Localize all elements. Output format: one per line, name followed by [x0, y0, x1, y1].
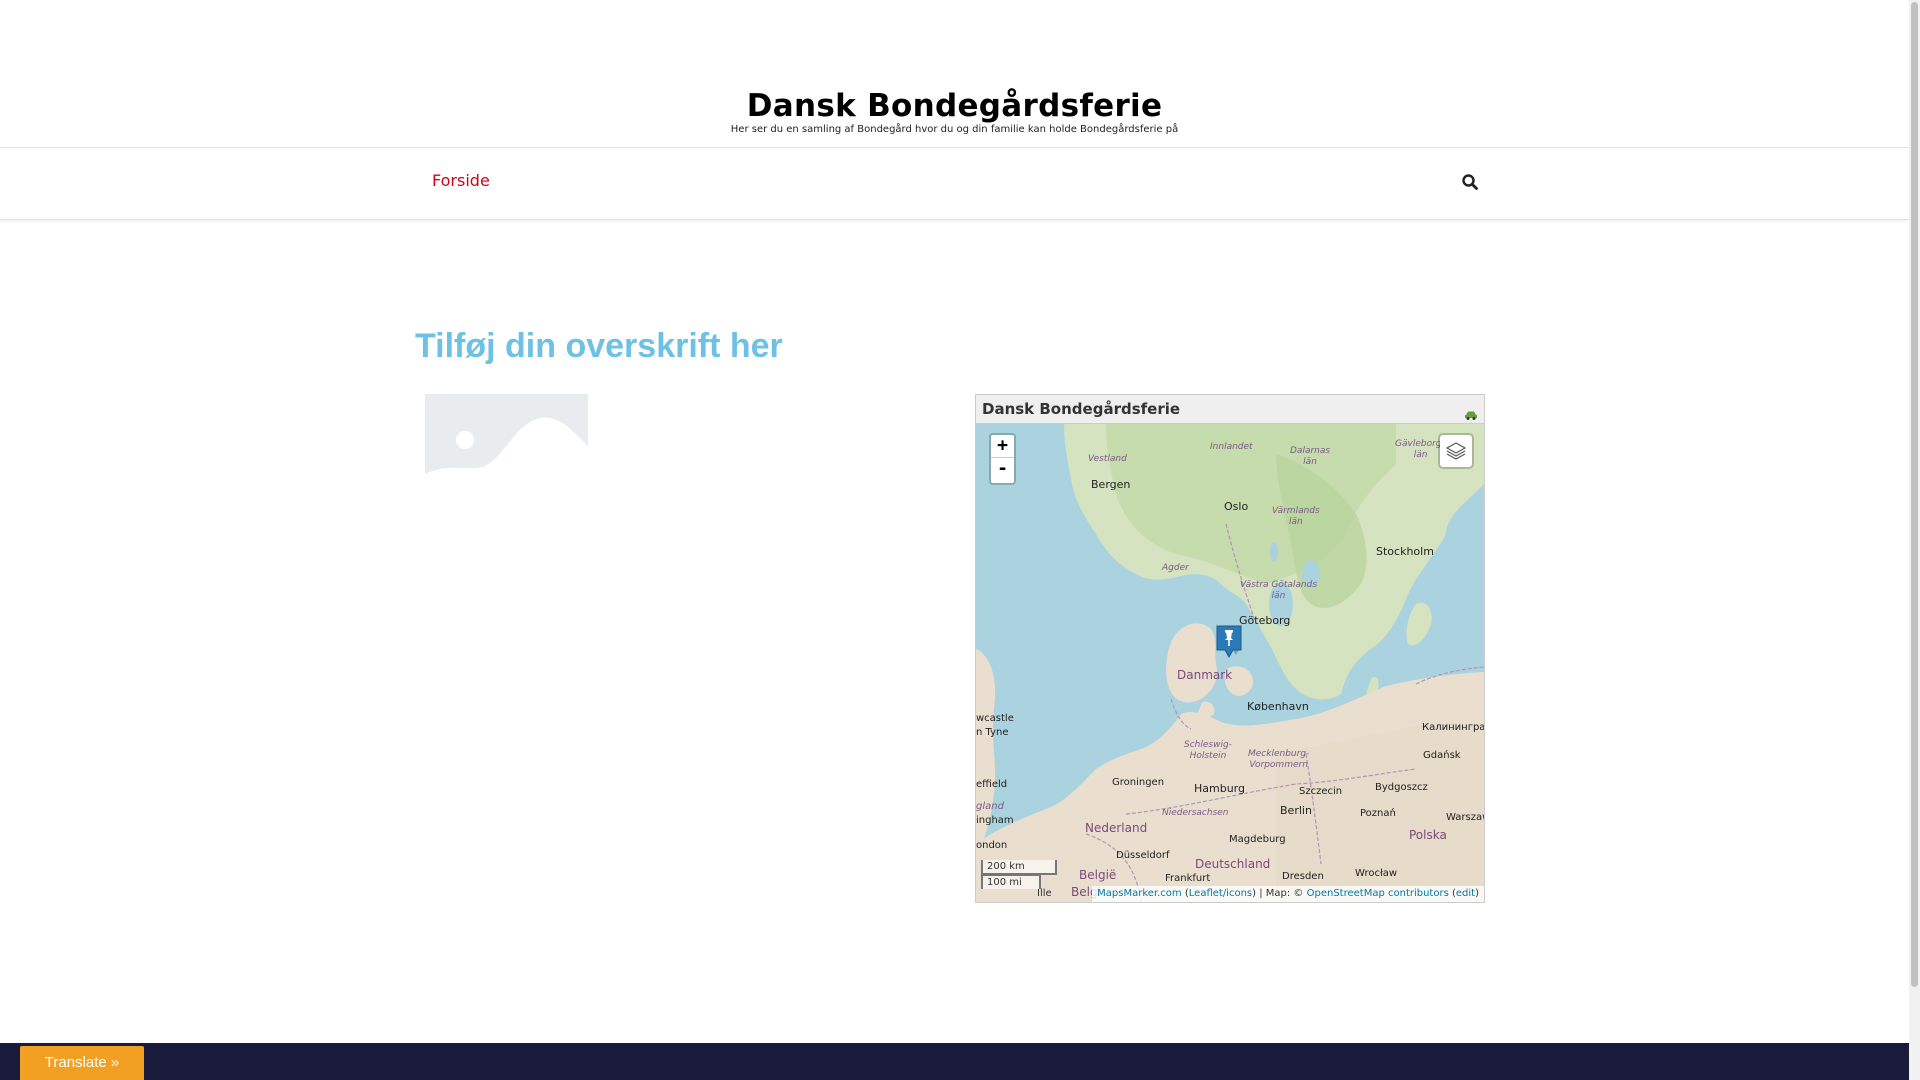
map-label-poznan: Poznań — [1360, 808, 1396, 819]
mapsmarker-link[interactable]: MapsMarker.com — [1097, 888, 1182, 899]
translate-button[interactable]: Translate » — [20, 1046, 144, 1080]
map-attribution-text: | Map: © — [1259, 888, 1304, 899]
map-label-ngland: gland — [976, 801, 1004, 812]
layers-icon[interactable] — [1438, 433, 1474, 469]
map-label-vastra: Västra Götalands län — [1240, 580, 1318, 601]
image-placeholder-icon — [425, 394, 588, 502]
map-label-bergen: Bergen — [1091, 478, 1131, 491]
map-label-sheffield: effield — [976, 779, 1008, 790]
map-label-nederland: Nederland — [1085, 821, 1148, 835]
car-icon[interactable] — [1464, 405, 1478, 420]
map-label-magdeburg: Magdeburg — [1229, 834, 1286, 845]
map-label-oslo: Oslo — [1224, 500, 1249, 513]
map-label-dalarnas: Dalarnas län — [1290, 446, 1331, 467]
map-label-newcastle: wcastle n Tyne — [976, 713, 1014, 738]
map-label-ingham: ingham — [976, 815, 1014, 826]
zoom-in-button[interactable]: + — [991, 435, 1014, 458]
nav-item-forside[interactable]: Forside — [432, 171, 490, 190]
map-label-danmark: Danmark — [1177, 668, 1233, 682]
map-label-berlin: Berlin — [1280, 804, 1312, 817]
map-label-wroclaw: Wrocław — [1355, 868, 1398, 879]
page-scrollbar[interactable] — [1909, 0, 1920, 1080]
map-label-dusseldorf: Düsseldorf — [1116, 850, 1170, 861]
map-canvas[interactable]: Vestland Innlandet Dalarnas län Gävlebor… — [976, 424, 1484, 902]
map-label-london: ondon — [976, 840, 1008, 851]
map-label-gdansk: Gdańsk — [1423, 750, 1461, 761]
attribution-partial: Ille — [1037, 888, 1052, 899]
zoom-control: + - — [989, 433, 1016, 485]
map-header: Dansk Bondegårdsferie — [976, 395, 1484, 424]
zoom-out-button[interactable]: - — [991, 458, 1014, 481]
site-tagline: Her ser du en samling af Bondegård hvor … — [730, 124, 1179, 135]
map-label-kaliningrad: Калининград — [1422, 722, 1484, 733]
map-label-bydgoszcz: Bydgoszcz — [1375, 782, 1428, 793]
map-label-szczecin: Szczecin — [1299, 786, 1343, 797]
map-label-innlandet: Innlandet — [1210, 442, 1253, 452]
scrollbar-thumb[interactable] — [1911, 2, 1918, 987]
map-label-vestland: Vestland — [1088, 454, 1127, 464]
map-label-varmlands: Värmlands län — [1272, 506, 1320, 527]
main-navigation: Forside — [0, 149, 1909, 220]
map-label-dresden: Dresden — [1282, 871, 1324, 882]
map-title: Dansk Bondegårdsferie — [982, 400, 1181, 418]
site-title[interactable]: Dansk Bondegårdsferie — [0, 88, 1909, 124]
map-label-mecklenburg: Mecklenburg- Vorpommern — [1248, 749, 1310, 770]
map-label-warszawa: Warszaw — [1446, 812, 1484, 823]
map-tiles — [976, 424, 1484, 902]
page-title: Tilføj din overskrift her — [415, 327, 783, 365]
search-icon[interactable] — [1461, 173, 1479, 191]
map-label-hamburg: Hamburg — [1194, 782, 1245, 795]
site-header: Dansk Bondegårdsferie Her ser du en saml… — [0, 0, 1909, 148]
scale-mi: 100 mi — [981, 874, 1041, 889]
edit-link[interactable]: edit — [1456, 888, 1475, 899]
map-label-schleswig: Schleswig- Holstein — [1184, 740, 1232, 761]
map-label-groningen: Groningen — [1112, 777, 1165, 788]
map-label-belgie: België — [1079, 868, 1117, 882]
map-label-agder: Agder — [1162, 563, 1189, 573]
pin-marker-icon[interactable] — [1216, 625, 1244, 659]
map-attribution: MapsMarker.com (Leaflet/icons) | Map: © … — [1092, 886, 1484, 902]
map-widget: Dansk Bondegårdsferie Vestland Innlandet… — [975, 394, 1485, 903]
map-label-deutschland: Deutschland — [1195, 857, 1271, 871]
scale-km: 200 km — [981, 860, 1057, 875]
map-label-niedersachsen: Niedersachsen — [1162, 808, 1229, 818]
leaflet-link[interactable]: Leaflet/icons — [1189, 888, 1252, 899]
osm-link[interactable]: OpenStreetMap contributors — [1307, 888, 1449, 899]
map-label-kobenhavn: København — [1247, 700, 1309, 713]
map-label-polska: Polska — [1409, 828, 1447, 842]
map-scale: 200 km 100 mi — [981, 860, 1057, 889]
map-label-frankfurt: Frankfurt — [1165, 873, 1211, 884]
map-label-goteborg: Göteborg — [1239, 614, 1291, 627]
map-label-stockholm: Stockholm — [1376, 545, 1434, 558]
footer-band — [0, 1043, 1909, 1080]
